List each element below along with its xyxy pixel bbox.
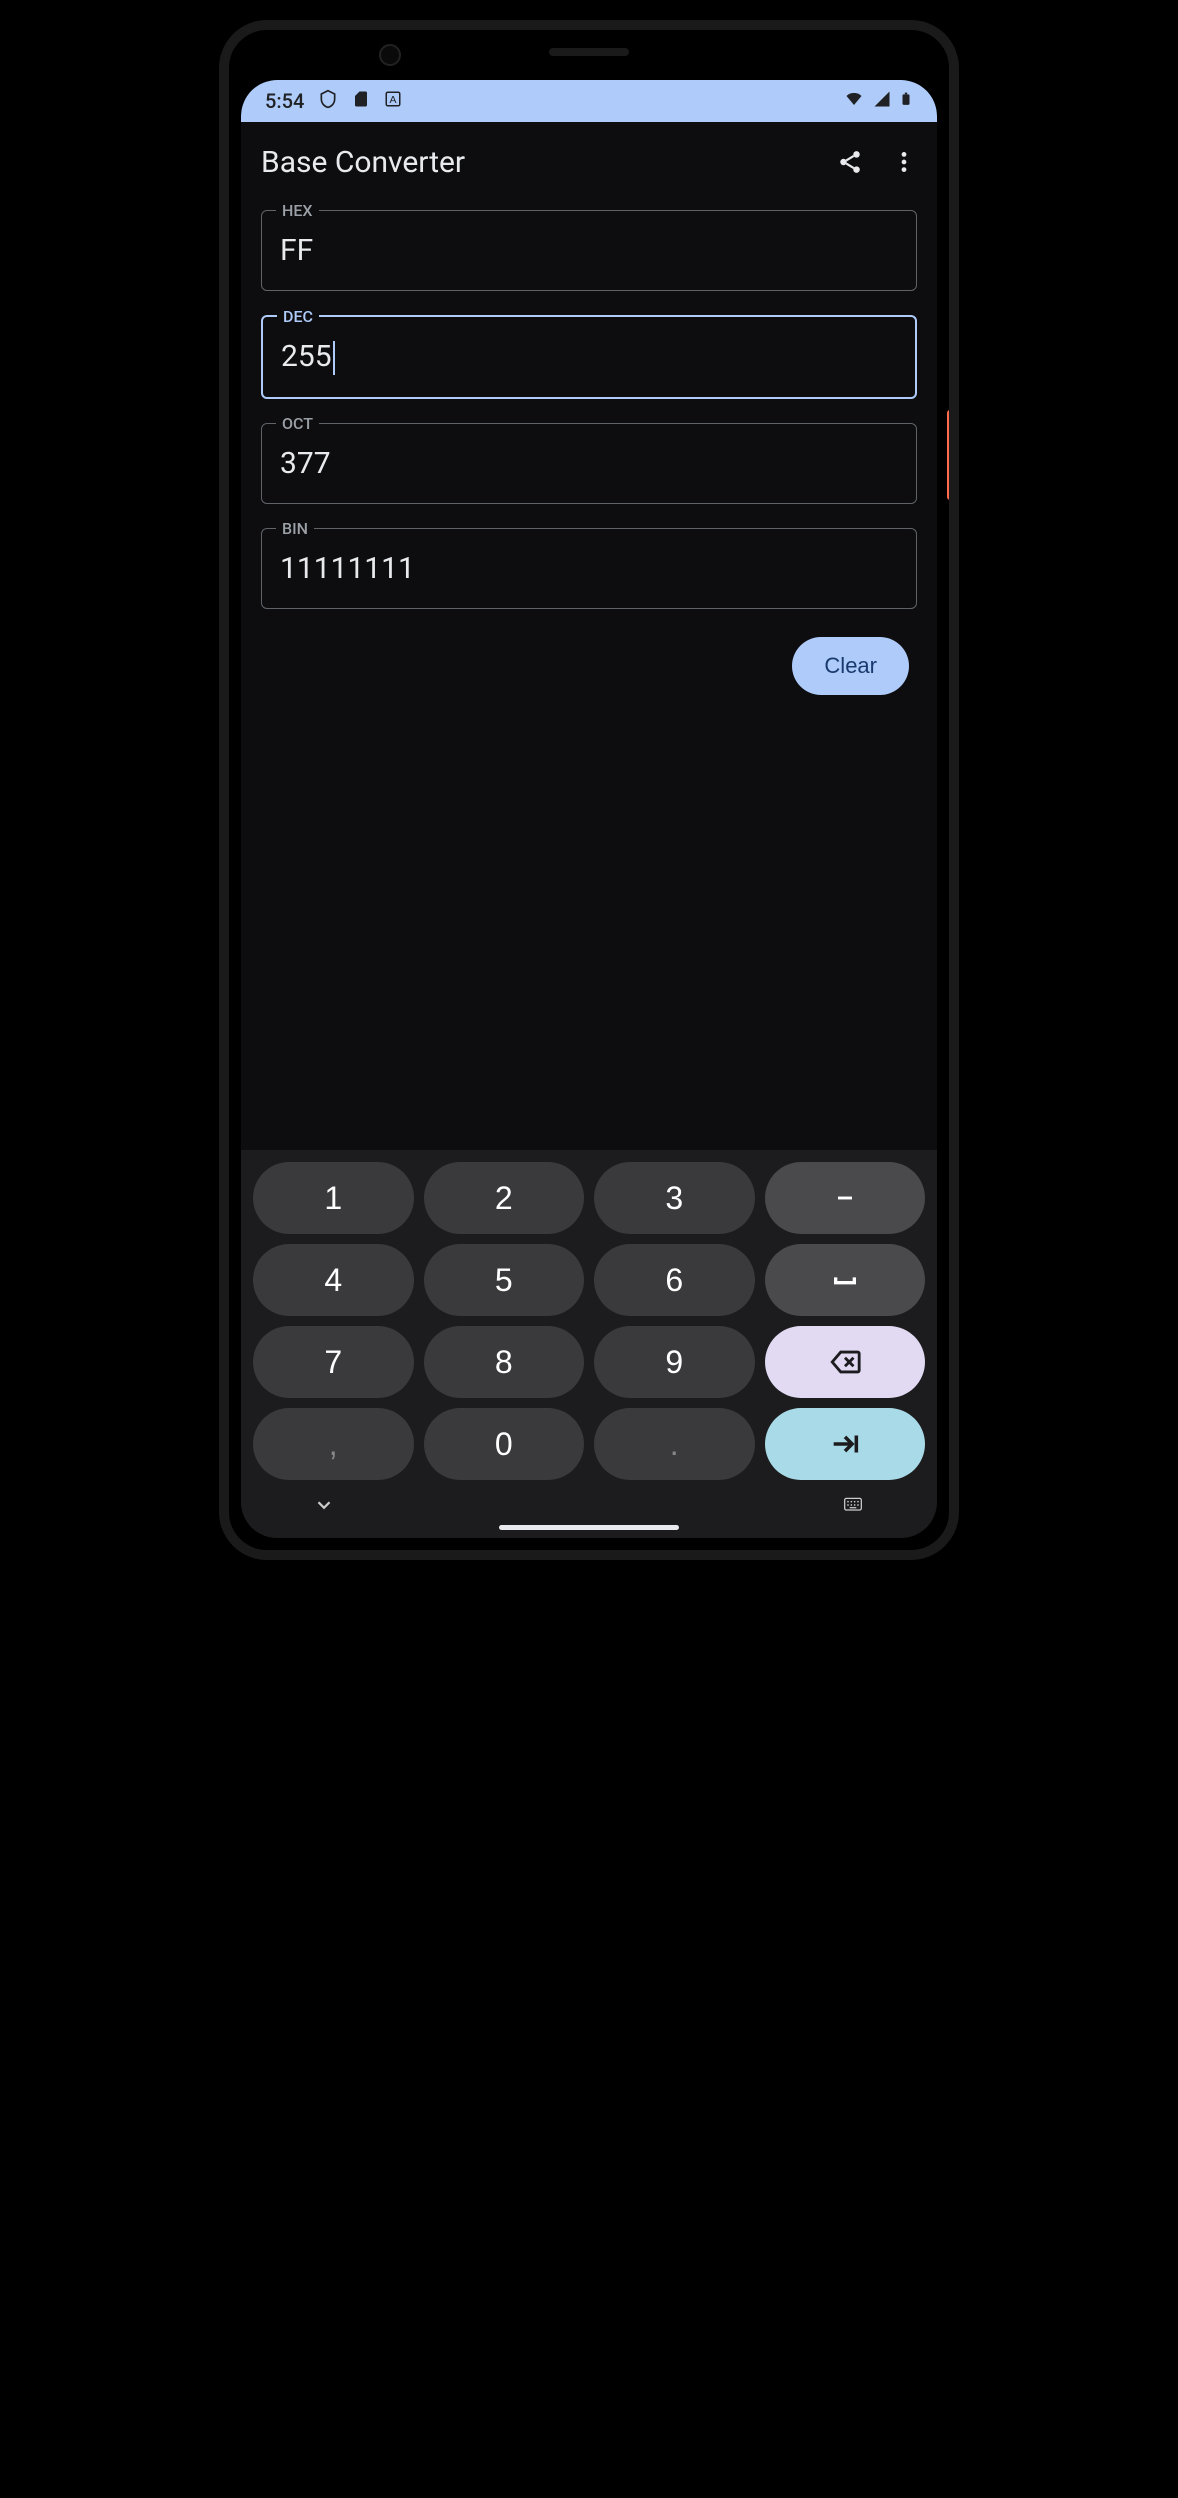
text-a-icon: A [384, 89, 402, 113]
content-area: HEX FF DEC 255 OCT 377 BIN 11111111 Clea… [241, 202, 937, 1150]
status-time: 5:54 [265, 89, 304, 113]
signal-icon [873, 89, 891, 113]
key-6[interactable]: 6 [594, 1244, 755, 1316]
screen: 5:54 A [241, 80, 937, 1538]
front-camera [379, 44, 401, 66]
collapse-keyboard-icon[interactable] [313, 1494, 335, 1520]
bin-field[interactable]: BIN 11111111 [261, 528, 917, 609]
key-comma[interactable]: , [253, 1408, 414, 1480]
key-period[interactable]: . [594, 1408, 755, 1480]
app-bar: Base Converter [241, 122, 937, 202]
dec-value: 255 [281, 339, 335, 375]
battery-icon [899, 89, 913, 114]
hex-label: HEX [276, 201, 319, 220]
numeric-keyboard: 1 2 3 4 5 6 7 8 9 , 0 . [241, 1150, 937, 1538]
dec-field[interactable]: DEC 255 [261, 315, 917, 399]
key-backspace[interactable] [765, 1326, 926, 1398]
oct-label: OCT [276, 414, 319, 433]
app-actions [837, 149, 917, 175]
home-indicator[interactable] [499, 1525, 679, 1530]
phone-notch [549, 48, 629, 56]
key-5[interactable]: 5 [424, 1244, 585, 1316]
dec-label: DEC [277, 307, 319, 326]
key-2[interactable]: 2 [424, 1162, 585, 1234]
keyboard-settings-icon[interactable] [841, 1495, 865, 1519]
page-title: Base Converter [261, 145, 465, 180]
key-0[interactable]: 0 [424, 1408, 585, 1480]
sd-card-icon [352, 89, 370, 114]
speaker-grille [549, 48, 629, 56]
key-8[interactable]: 8 [424, 1326, 585, 1398]
key-grid: 1 2 3 4 5 6 7 8 9 , 0 . [253, 1162, 925, 1480]
keyboard-footer [253, 1480, 925, 1520]
key-3[interactable]: 3 [594, 1162, 755, 1234]
clear-button[interactable]: Clear [792, 637, 909, 695]
power-button [947, 410, 953, 500]
more-icon[interactable] [891, 149, 917, 175]
key-4[interactable]: 4 [253, 1244, 414, 1316]
clear-row: Clear [261, 637, 917, 695]
bin-label: BIN [276, 519, 314, 538]
hex-value: FF [280, 233, 313, 268]
status-right [843, 89, 913, 114]
shield-icon [318, 89, 338, 114]
oct-field[interactable]: OCT 377 [261, 423, 917, 504]
key-7[interactable]: 7 [253, 1326, 414, 1398]
status-left: 5:54 A [265, 89, 402, 114]
key-dash[interactable] [765, 1162, 926, 1234]
hex-field[interactable]: HEX FF [261, 210, 917, 291]
text-cursor [333, 341, 335, 375]
bin-value: 11111111 [280, 551, 415, 586]
wifi-icon [843, 89, 865, 113]
key-space[interactable] [765, 1244, 926, 1316]
status-bar: 5:54 A [241, 80, 937, 122]
key-9[interactable]: 9 [594, 1326, 755, 1398]
svg-text:A: A [390, 94, 397, 106]
key-1[interactable]: 1 [253, 1162, 414, 1234]
oct-value: 377 [280, 446, 331, 481]
phone-frame: 5:54 A [219, 20, 959, 1560]
key-next[interactable] [765, 1408, 926, 1480]
share-icon[interactable] [837, 149, 863, 175]
